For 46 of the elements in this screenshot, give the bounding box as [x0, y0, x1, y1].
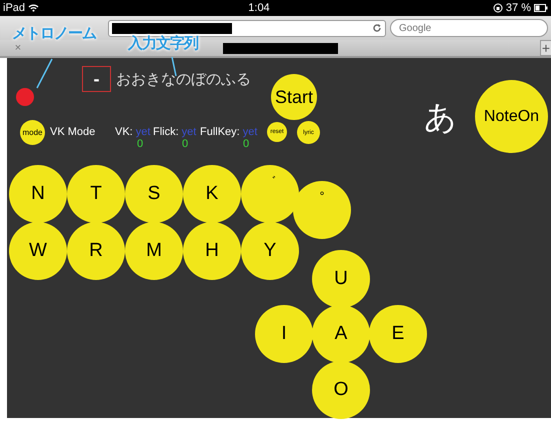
key-button[interactable]: °: [293, 181, 351, 239]
input-text: おおきなのぼのふる: [116, 70, 251, 89]
leader-line: [36, 58, 53, 88]
key-button[interactable]: N: [9, 165, 67, 223]
battery-icon: [534, 4, 548, 12]
stat-label: Flick:: [153, 126, 179, 138]
mode-label: VK Mode: [50, 126, 96, 138]
key-button[interactable]: I: [255, 305, 313, 363]
callout-label: 入力文字列: [128, 34, 198, 53]
stat-status: yet: [242, 126, 258, 138]
key-button[interactable]: O: [312, 361, 370, 419]
metronome-indicator: [16, 88, 34, 106]
reload-icon[interactable]: [372, 23, 382, 33]
device-name: iPad: [3, 2, 26, 14]
callout-label: メトロノーム: [12, 24, 96, 43]
stat-label: VK:: [115, 126, 133, 138]
start-button[interactable]: Start: [271, 74, 317, 120]
key-button[interactable]: H: [183, 222, 241, 280]
rotation-lock-icon: [492, 3, 503, 13]
stat-status: yet: [182, 126, 196, 138]
stat-label: FullKey:: [200, 126, 240, 138]
key-button[interactable]: A: [312, 305, 370, 363]
stat-count: 0: [243, 138, 250, 150]
stat-count: 0: [182, 138, 188, 150]
address-field[interactable]: [108, 20, 386, 36]
stat-count: 0: [137, 138, 144, 150]
wifi-icon: [28, 3, 39, 12]
key-button[interactable]: R: [67, 222, 125, 280]
key-button[interactable]: ゛: [241, 165, 299, 223]
stat-status: yet: [136, 126, 150, 138]
key-button[interactable]: W: [9, 222, 67, 280]
new-tab-button[interactable]: +: [540, 40, 551, 56]
battery-percent: 37 %: [506, 2, 531, 14]
search-field[interactable]: Google: [390, 19, 548, 37]
note-on-button[interactable]: NoteOn: [475, 80, 548, 153]
key-button[interactable]: U: [312, 250, 370, 308]
key-button[interactable]: E: [369, 305, 427, 363]
clock: 1:04: [248, 2, 270, 14]
key-button[interactable]: T: [67, 165, 125, 223]
key-button[interactable]: Y: [241, 222, 299, 280]
current-character: あ: [424, 97, 457, 138]
key-button[interactable]: S: [125, 165, 183, 223]
key-button[interactable]: M: [125, 222, 183, 280]
mode-button[interactable]: mode: [20, 120, 45, 145]
delete-button[interactable]: -: [82, 66, 111, 92]
key-button[interactable]: K: [183, 165, 241, 223]
